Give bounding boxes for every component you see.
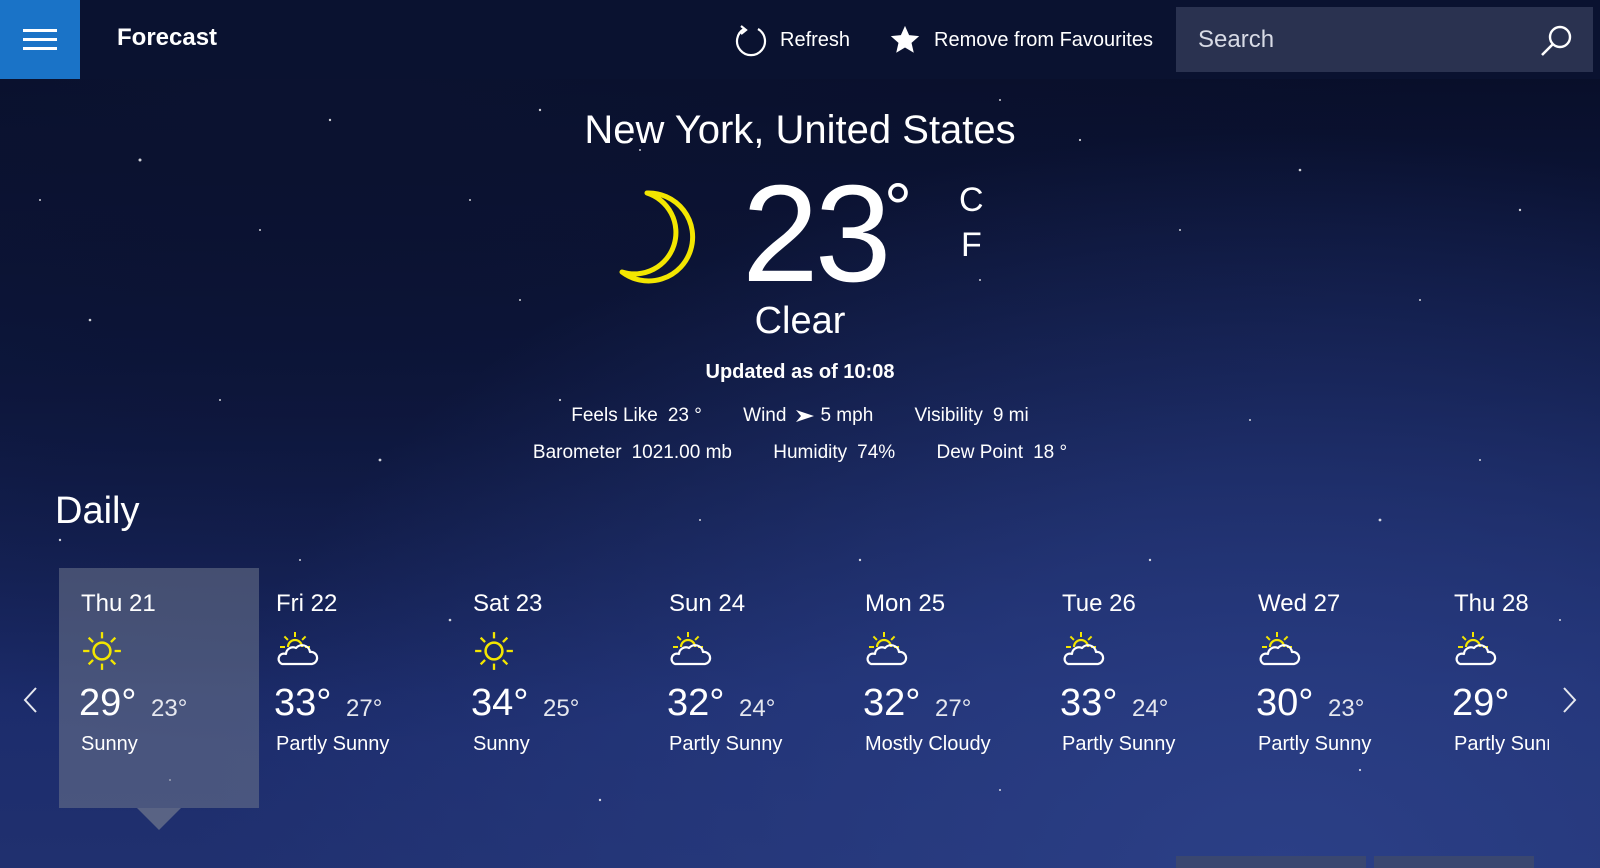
refresh-label: Refresh [780,28,851,51]
day-low-temp: 24° [1132,695,1169,722]
selected-day-pointer [137,808,181,830]
sun-icon [475,632,513,670]
star-icon [890,25,920,53]
partly-sunny-icon [670,632,712,666]
remove-favourite-button[interactable]: Remove from Favourites [888,20,1153,60]
day-high-temp: 33° [1060,682,1118,724]
day-name: Sat 23 [473,590,543,617]
day-low-temp: 25° [543,695,580,722]
humidity-label: Humidity [773,442,848,463]
day-high-temp: 32° [667,682,725,724]
feels-like-label: Feels Like [571,405,658,426]
day-card[interactable]: Fri 22 33° 27° Partly Sunny [254,568,454,808]
day-high-temp: 34° [471,682,529,724]
wind-label: Wind [743,405,787,426]
hamburger-menu-button[interactable] [0,0,80,79]
day-low-temp: 24° [739,695,776,722]
chevron-left-icon [23,687,37,713]
day-low-temp: 27° [935,695,972,722]
top-bar: Forecast Refresh Remove from Favourites [0,0,1600,79]
partly-sunny-icon [1455,632,1497,666]
search-icon[interactable] [1539,23,1575,59]
current-temperature: 23 [742,157,891,311]
partly-sunny-icon [1259,632,1301,666]
day-condition: Sunny [473,733,530,755]
day-low-temp: 23° [151,695,188,722]
search-input[interactable] [1196,21,1530,59]
feels-like-value: 23 ° [667,405,702,426]
details-row-2: Barometer 1021.00 mb Humidity 74% Dew Poin… [0,442,1600,464]
hamburger-icon [23,23,57,56]
day-name: Thu 28 [1454,590,1529,617]
day-card[interactable]: Sun 24 32° 24° Partly Sunny [647,568,847,808]
day-condition: Partly Sunny [1454,733,1549,755]
moon-icon [619,190,696,284]
unit-fahrenheit-toggle[interactable]: F [961,226,982,265]
partly-sunny-icon [1063,632,1105,666]
bottom-tab-2[interactable] [1374,856,1534,868]
day-condition: Sunny [81,733,138,755]
day-condition: Mostly Cloudy [865,733,991,755]
favourite-label: Remove from Favourites [934,28,1153,51]
day-card[interactable]: Sat 23 34° 25° Sunny [451,568,651,808]
day-card[interactable]: Thu 28 29° Partly Sunny [1432,568,1549,808]
chevron-right-icon [1563,687,1577,713]
degree-symbol: ° [884,169,912,247]
wind: Wind 5 mph [743,405,873,427]
day-card[interactable]: Wed 27 30° 23° Partly Sunny [1236,568,1436,808]
location-title: New York, United States [584,108,1016,152]
app-title: Forecast [117,24,218,51]
day-condition: Partly Sunny [669,733,783,755]
day-card[interactable]: Tue 26 33° 24° Partly Sunny [1040,568,1240,808]
visibility: Visibility 9 mi [915,405,1029,427]
visibility-label: Visibility [914,405,983,426]
scroll-right-button[interactable] [1562,686,1578,722]
day-condition: Partly Sunny [1062,733,1176,755]
day-low-temp: 27° [346,695,383,722]
humidity: Humidity 74% [773,442,895,464]
humidity-value: 74% [857,442,896,463]
barometer: Barometer 1021.00 mb [533,442,732,464]
day-condition: Partly Sunny [1258,733,1372,755]
day-name: Tue 26 [1062,590,1136,617]
unit-celsius-toggle[interactable]: C [959,181,984,220]
day-high-temp: 32° [863,682,921,724]
scroll-left-button[interactable] [22,686,38,722]
day-name: Sun 24 [669,590,746,617]
sun-icon [83,632,121,670]
daily-forecast-list: Thu 21 29° 23° Sunny Fri 22 33° 27° Partly Sun… [59,568,1549,828]
day-name: Fri 22 [276,590,338,617]
barometer-value: 1021.00 mb [631,442,732,463]
day-high-temp: 29° [1452,682,1510,724]
current-condition: Clear [754,300,846,342]
dew-point: Dew Point 18 ° [936,442,1067,464]
day-high-temp: 30° [1256,682,1314,724]
dew-point-label: Dew Point [936,442,1024,463]
wind-value: 5 mph [820,405,874,426]
day-name: Thu 21 [81,590,156,617]
partly-sunny-icon [277,632,319,666]
dew-point-value: 18 ° [1033,442,1068,463]
daily-section-title: Daily [55,490,140,532]
partly-sunny-icon [866,632,908,666]
day-high-temp: 33° [274,682,332,724]
day-high-temp: 29° [79,682,137,724]
day-card[interactable]: Thu 21 29° 23° Sunny [59,568,259,808]
day-low-temp: 23° [1328,695,1365,722]
details-row-1: Feels Like 23 ° Wind 5 mph Visibility 9 mi [0,405,1600,427]
barometer-label: Barometer [532,442,622,463]
day-card[interactable]: Mon 25 32° 27° Mostly Cloudy [843,568,1043,808]
day-name: Wed 27 [1258,590,1341,617]
refresh-icon [735,25,767,57]
search-box [1176,7,1593,72]
visibility-value: 9 mi [992,405,1029,426]
day-condition: Partly Sunny [276,733,390,755]
bottom-tab-1[interactable] [1176,856,1366,868]
day-name: Mon 25 [865,590,946,617]
feels-like: Feels Like 23 ° [571,405,702,427]
wind-direction-icon [796,409,815,422]
updated-time: Updated as of 10:08 [705,361,895,383]
refresh-button[interactable]: Refresh [734,20,850,60]
